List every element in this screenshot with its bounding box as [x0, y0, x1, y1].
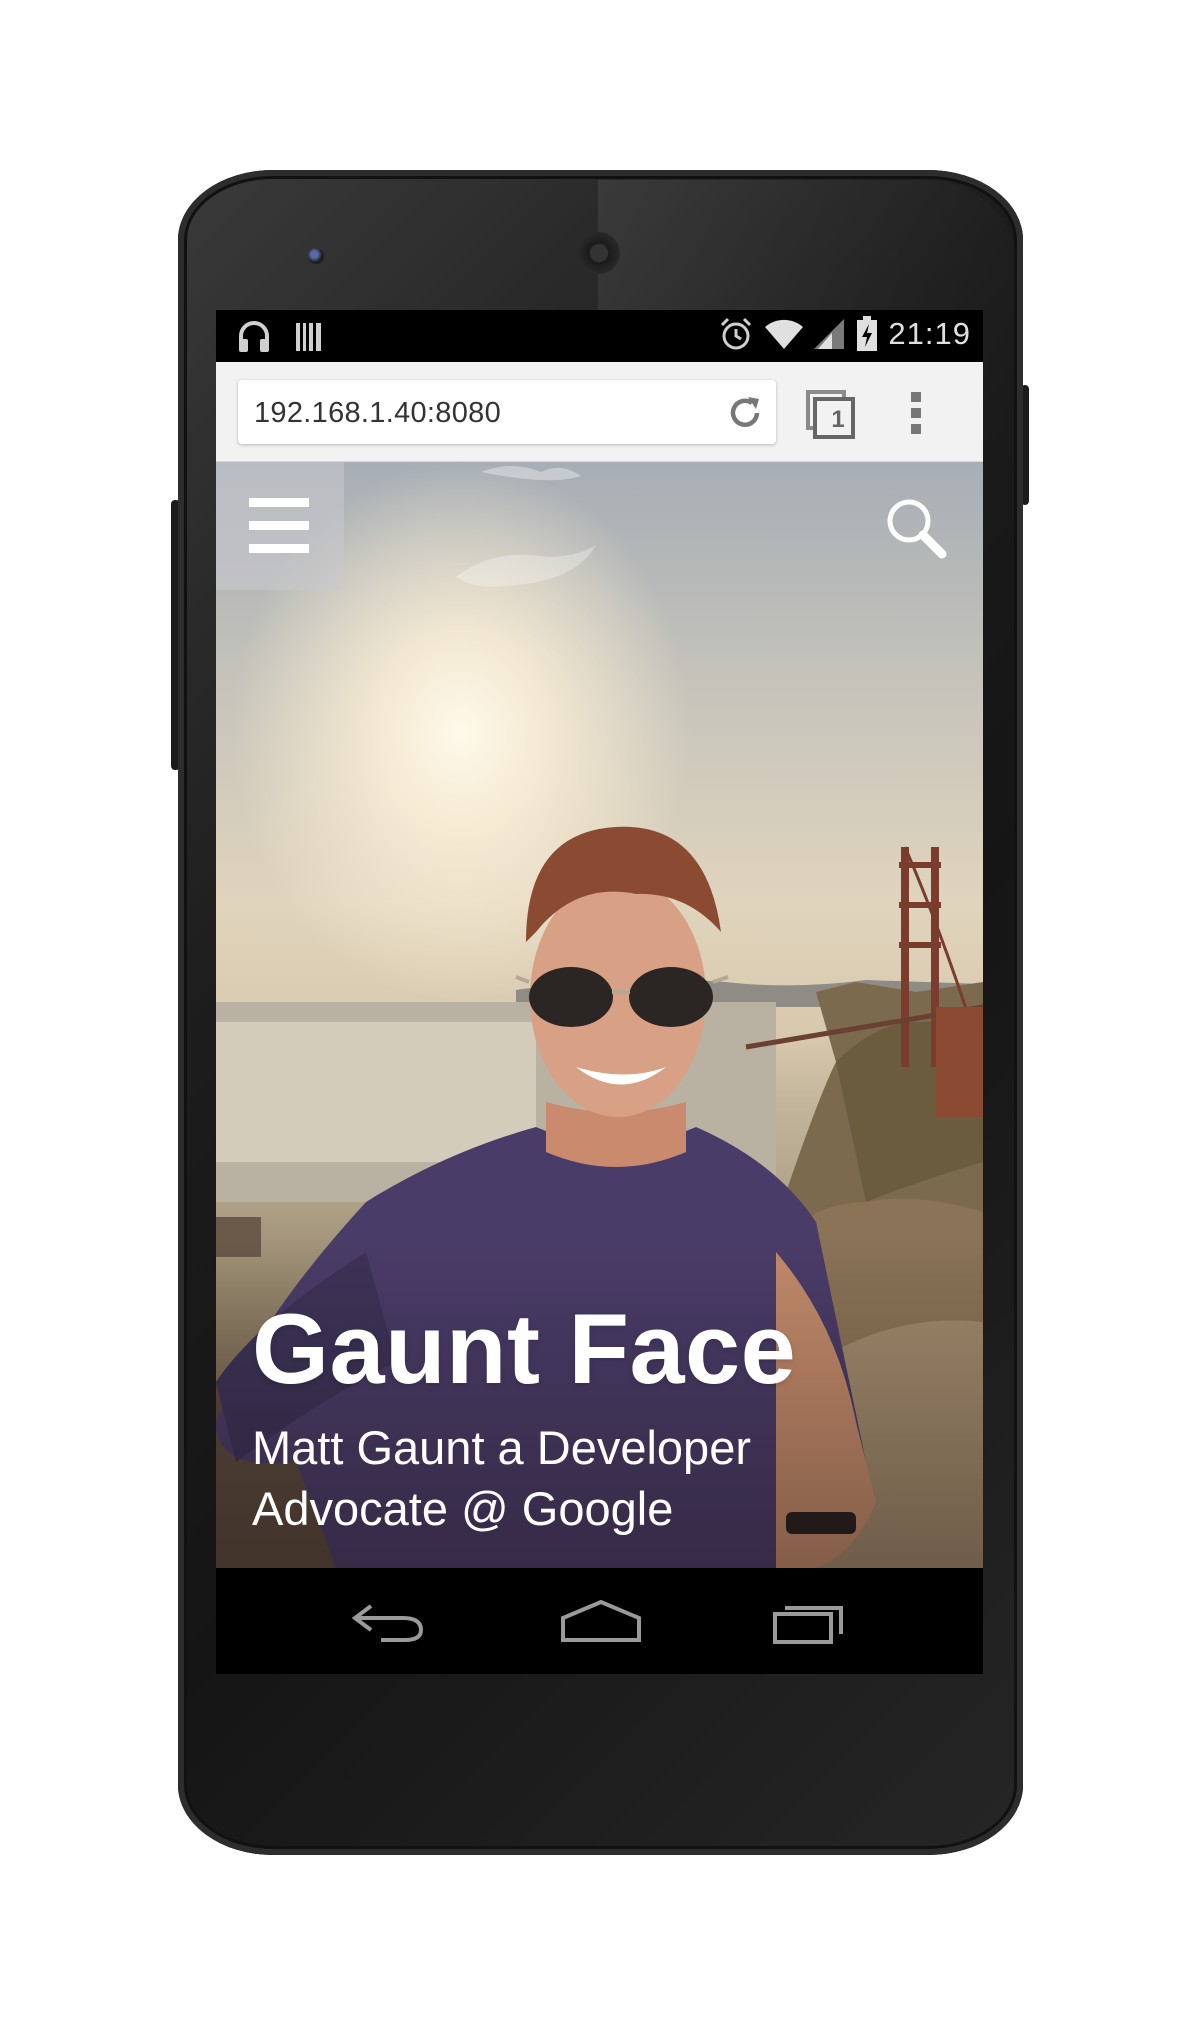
navigation-bar [216, 1568, 983, 1674]
tab-count[interactable]: 1 [820, 403, 856, 437]
battery-charging-icon [857, 316, 878, 351]
front-camera [308, 248, 324, 264]
overflow-menu-icon[interactable] [908, 390, 924, 436]
page-subtitle: Matt Gaunt a Developer Advocate @ Google [252, 1421, 751, 1535]
earpiece-speaker [578, 232, 620, 274]
hamburger-menu-icon[interactable] [216, 462, 344, 590]
browser-toolbar: 192.168.1.40:8080 1 [216, 362, 983, 462]
recent-apps-icon[interactable] [771, 1598, 847, 1644]
proximity-sensor [858, 250, 868, 260]
back-icon[interactable] [351, 1598, 427, 1644]
search-icon[interactable] [884, 496, 948, 560]
address-bar[interactable]: 192.168.1.40:8080 [238, 380, 776, 444]
barcode-icon [296, 323, 321, 351]
stage: 21:19 192.168.1.40:8080 1 Gaunt Face Mat… [0, 0, 1200, 2029]
reload-icon[interactable] [726, 394, 764, 432]
cell-signal-icon [814, 319, 845, 349]
headphones-icon [239, 321, 269, 352]
screen: 21:19 192.168.1.40:8080 1 Gaunt Face Mat… [216, 310, 983, 1674]
home-icon[interactable] [561, 1600, 641, 1642]
page-title: Gaunt Face [252, 1293, 797, 1404]
wifi-icon [765, 319, 804, 349]
clock: 21:19 [888, 316, 971, 351]
phone-frame: 21:19 192.168.1.40:8080 1 Gaunt Face Mat… [178, 170, 1023, 1855]
alarm-icon [721, 317, 752, 350]
url-text[interactable]: 192.168.1.40:8080 [254, 397, 501, 430]
hero-section: Gaunt Face Matt Gaunt a Developer Advoca… [216, 462, 983, 1568]
light-sensor [888, 250, 898, 260]
status-bar: 21:19 [216, 310, 983, 362]
